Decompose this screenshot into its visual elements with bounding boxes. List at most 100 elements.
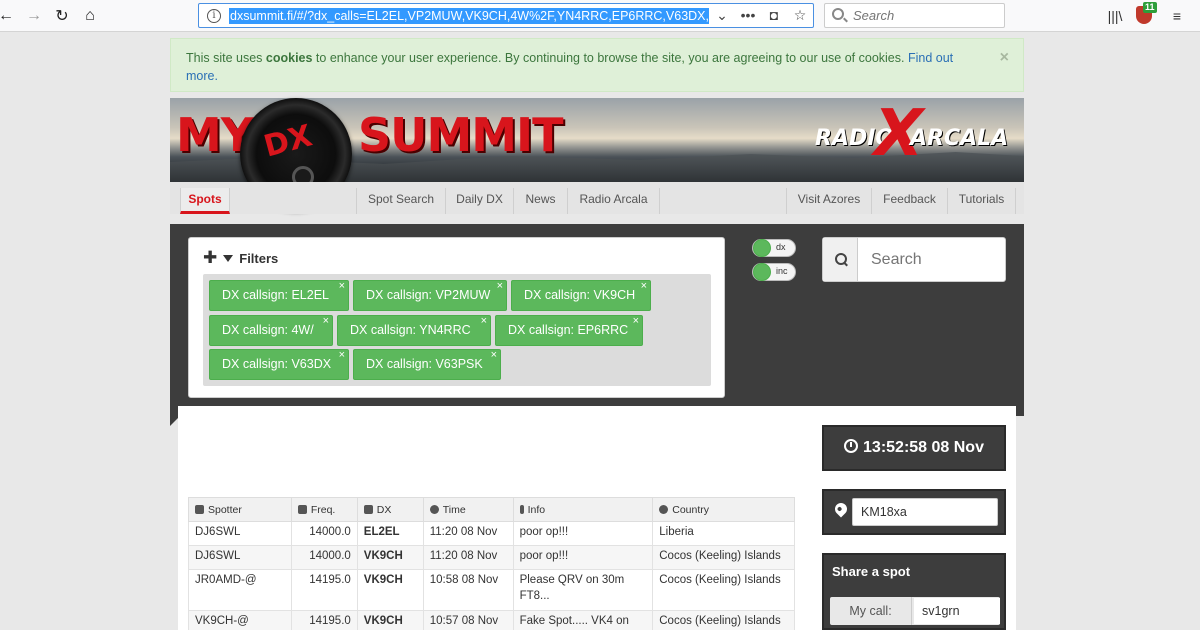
exclamation-icon [519,504,524,514]
cell-country: Cocos (Keeling) Islands [652,610,795,630]
cell-spotter[interactable]: DJ6SWL [188,521,292,546]
cell-spotter[interactable]: JR0AMD-@ [188,569,292,611]
spot-search-input[interactable] [871,249,996,271]
filter-chip-label: DX callsign: 4W/ [222,323,314,337]
menu-item-tutorials[interactable]: Tutorials [948,188,1016,214]
reload-icon[interactable]: ↻ [50,4,74,28]
cell-country: Cocos (Keeling) Islands [652,545,795,570]
browser-search-bar[interactable] [824,3,1005,28]
my-call-row: My call: [830,597,1000,625]
cookie-text-bold: cookies [265,51,313,65]
chip-close-icon[interactable]: × [323,307,329,336]
chip-close-icon[interactable]: × [497,272,503,301]
library-icon[interactable]: |||\ [1103,4,1127,28]
column-header-spotter[interactable]: Spotter [188,497,292,522]
menu-hamburger-icon[interactable]: ≡ [1165,4,1189,28]
spot-search-box[interactable] [822,237,1006,282]
my-call-input[interactable] [914,598,1000,624]
menu-item-news[interactable]: News [514,188,568,214]
toggle-dx[interactable]: dx [752,239,796,257]
filter-chip[interactable]: DX callsign: 4W/× [209,315,333,346]
spots-table: Spotter Freq. DX Time Info Country DJ6SW… [188,497,795,630]
menu-item-visit-azores[interactable]: Visit Azores [786,188,872,214]
chip-close-icon[interactable]: × [633,307,639,336]
menu-item-feedback[interactable]: Feedback [872,188,948,214]
logo-summit: SUMMIT [358,108,564,162]
chip-close-icon[interactable]: × [641,272,647,301]
table-row[interactable]: VK9CH-@ 14195.0 VK9CH 10:57 08 Nov Fake … [188,610,795,630]
chevron-down-icon[interactable]: ⌄ [713,7,731,24]
cell-dx[interactable]: VK9CH [356,545,424,570]
search-icon[interactable] [823,238,858,281]
filter-chip-label: DX callsign: EP6RRC [508,323,629,337]
chip-close-icon[interactable]: × [339,341,345,370]
locator-input[interactable] [852,498,998,526]
signal-icon [297,504,307,514]
more-actions-icon[interactable]: ••• [739,7,757,23]
column-header-freq[interactable]: Freq. [290,497,358,522]
back-icon[interactable]: ← [0,4,18,28]
filter-chip-label: DX callsign: YN4RRC [350,323,471,337]
chip-close-icon[interactable]: × [481,307,487,336]
cell-dx[interactable]: VK9CH [356,610,424,630]
filter-chip-label: DX callsign: VP2MUW [366,288,491,302]
filter-chip[interactable]: DX callsign: VK9CH × [511,280,651,311]
filter-chip-label: DX callsign: V63DX [222,357,332,371]
url-bar[interactable]: i dxsummit.fi/#/?dx_calls=EL2EL,VP2MUW,V… [198,3,814,28]
menu-item-spots[interactable]: Spots [180,188,230,214]
table-row[interactable]: JR0AMD-@ 14195.0 VK9CH 10:58 08 Nov Plea… [188,569,795,611]
column-header-time[interactable]: Time [422,497,514,522]
filter-chip-label: DX callsign: VK9CH [524,288,636,302]
filter-chip-label: DX callsign: V63PSK [366,357,483,371]
toggle-inc-label: inc [776,266,788,276]
cookie-text-after: to enhance your user experience. By cont… [312,51,908,65]
pocket-icon[interactable]: ◘ [765,7,783,23]
main-menu: Spots Spot Search Daily DX News Radio Ar… [170,182,1024,214]
logo-dx: DX [260,118,316,165]
table-row[interactable]: DJ6SWL 14000.0 EL2EL 11:20 08 Nov poor o… [188,521,795,546]
cell-freq[interactable]: 14000.0 [290,545,358,570]
column-header-info[interactable]: Info [512,497,654,522]
cell-spotter[interactable]: VK9CH-@ [188,610,292,630]
plus-icon[interactable]: ✚ [203,248,217,267]
column-header-label: Time [442,503,466,516]
clock-icon [429,504,439,514]
cell-country: Liberia [652,521,795,546]
browser-search-input[interactable] [853,7,993,24]
cookie-close-button[interactable]: × [1000,49,1009,67]
column-header-country[interactable]: Country [652,497,795,522]
toggle-dx-knob [753,239,771,257]
menu-item-radio-arcala[interactable]: Radio Arcala [568,188,660,214]
column-header-dx[interactable]: DX [356,497,424,522]
column-header-label: Freq. [310,503,336,516]
clock-time: 13:52:58 08 Nov [863,439,984,456]
chip-close-icon[interactable]: × [491,341,497,370]
cell-time: 11:20 08 Nov [422,545,514,570]
cell-freq[interactable]: 14000.0 [290,521,358,546]
cell-freq[interactable]: 14195.0 [290,610,358,630]
filter-chip[interactable]: DX callsign: EP6RRC × [495,315,643,346]
chip-close-icon[interactable]: × [339,272,345,301]
filter-chip[interactable]: DX callsign: YN4RRC × [337,315,491,346]
cell-freq[interactable]: 14195.0 [290,569,358,611]
utc-clock: 13:52:58 08 Nov [822,425,1006,471]
filters-header[interactable]: ✚ Filters [203,248,278,268]
table-row[interactable]: DJ6SWL 14000.0 VK9CH 11:20 08 Nov poor o… [188,545,795,570]
menu-item-spot-search[interactable]: Spot Search [356,188,446,214]
url-text[interactable]: dxsummit.fi/#/?dx_calls=EL2EL,VP2MUW,VK9… [229,8,709,24]
filter-chip[interactable]: DX callsign: V63PSK × [353,349,501,380]
bookmark-star-icon[interactable]: ☆ [791,7,809,24]
filters-title: Filters [239,251,279,266]
column-header-label: Info [527,503,546,516]
cell-spotter[interactable]: DJ6SWL [188,545,292,570]
site-info-icon[interactable]: i [207,9,221,23]
home-icon[interactable]: ⌂ [78,4,102,28]
menu-item-daily-dx[interactable]: Daily DX [446,188,514,214]
column-header-label: Country [672,503,710,516]
cell-dx[interactable]: VK9CH [356,569,424,611]
filter-chip[interactable]: DX callsign: V63DX × [209,349,349,380]
forward-icon[interactable]: → [22,4,46,28]
toggle-inc[interactable]: inc [752,263,796,281]
cell-dx[interactable]: EL2EL [356,521,424,546]
antenna-icon [195,504,204,514]
